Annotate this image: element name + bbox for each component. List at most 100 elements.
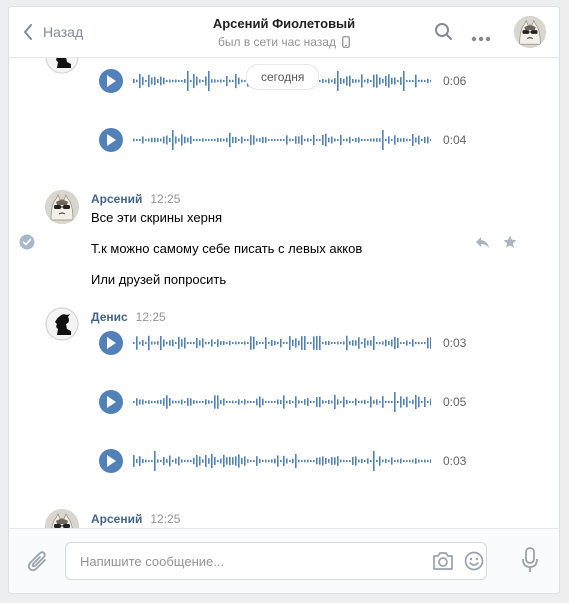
waveform-bar <box>169 137 171 143</box>
voice-waveform[interactable] <box>133 330 431 356</box>
more-button[interactable] <box>471 29 491 47</box>
waveform-bar <box>340 77 342 85</box>
message-sender: Арсений 12:25 <box>91 192 180 206</box>
waveform-bar <box>196 455 198 467</box>
message-feed[interactable]: сегодня 0:06 0:04 Арсений 12:25 Все эти с… <box>9 58 559 528</box>
play-button[interactable] <box>99 331 123 355</box>
waveform-bar <box>406 340 408 346</box>
message-text: Все эти скрины херня <box>91 210 223 225</box>
waveform-bar <box>157 79 159 83</box>
play-button[interactable] <box>99 390 123 414</box>
waveform-bar <box>424 396 426 408</box>
avatar[interactable] <box>45 307 79 341</box>
play-button[interactable] <box>99 128 123 152</box>
waveform-bar <box>349 459 351 463</box>
search-button[interactable] <box>434 22 454 47</box>
waveform-bar <box>175 400 177 404</box>
waveform-bar <box>154 400 156 404</box>
waveform-bar <box>373 400 375 404</box>
sender-name[interactable]: Арсений <box>91 512 142 526</box>
waveform-bar <box>301 135 303 145</box>
silhouette-avatar-icon <box>45 307 79 341</box>
play-button[interactable] <box>99 449 123 473</box>
waveform-bar <box>211 400 213 404</box>
waveform-bar <box>178 456 180 466</box>
attach-button[interactable] <box>27 549 49 578</box>
waveform-bar <box>418 396 420 408</box>
voice-waveform[interactable] <box>133 448 431 474</box>
avatar[interactable] <box>45 509 79 528</box>
message-time[interactable]: 12:25 <box>136 310 166 324</box>
waveform-bar <box>262 137 264 143</box>
avatar[interactable] <box>45 190 79 224</box>
back-button[interactable]: Назад <box>23 21 83 43</box>
voice-duration: 0:03 <box>443 454 467 468</box>
play-icon <box>107 455 116 467</box>
waveform-bar <box>235 73 237 89</box>
voice-waveform[interactable] <box>133 389 431 415</box>
waveform-bar <box>301 459 303 463</box>
message-input[interactable] <box>78 543 422 579</box>
waveform-bar <box>199 138 201 142</box>
waveform-bar <box>421 459 423 463</box>
waveform-bar <box>154 137 156 143</box>
waveform-bar <box>145 400 147 404</box>
reply-button[interactable] <box>475 236 491 255</box>
message-time[interactable]: 12:25 <box>150 512 180 526</box>
waveform-bar <box>430 337 431 349</box>
waveform-bar <box>382 78 384 84</box>
waveform-bar <box>388 74 390 88</box>
waveform-bar <box>172 79 174 83</box>
waveform-bar <box>382 459 384 463</box>
waveform-bar <box>397 338 399 348</box>
waveform-bar <box>406 79 408 83</box>
waveform-bar <box>220 458 222 464</box>
waveform-bar <box>310 341 312 345</box>
waveform-bar <box>295 396 297 408</box>
play-button[interactable] <box>99 69 123 93</box>
waveform-bar <box>157 341 159 345</box>
waveform-bar <box>328 459 330 463</box>
camera-button[interactable] <box>432 551 454 576</box>
chat-title[interactable]: Арсений Фиолетовый был в сети час назад <box>149 16 419 49</box>
voice-waveform[interactable] <box>133 127 431 153</box>
waveform-bar <box>430 398 431 406</box>
message-input-box[interactable] <box>65 542 487 580</box>
avatar[interactable] <box>45 58 79 74</box>
waveform-bar <box>154 451 156 471</box>
waveform-bar <box>193 457 195 465</box>
sender-name[interactable]: Арсений <box>91 192 142 206</box>
emoji-button[interactable] <box>464 551 484 576</box>
waveform-bar <box>328 340 330 346</box>
cat-avatar-icon <box>45 509 79 528</box>
waveform-bar <box>412 134 414 146</box>
waveform-bar <box>187 341 189 345</box>
sender-name[interactable]: Денис <box>91 310 128 324</box>
waveform-bar <box>214 341 216 345</box>
waveform-bar <box>181 399 183 405</box>
waveform-bar <box>424 136 426 144</box>
microphone-button[interactable] <box>521 547 539 578</box>
waveform-bar <box>199 456 201 466</box>
waveform-bar <box>289 138 291 142</box>
favorite-button[interactable] <box>503 235 517 254</box>
message-time[interactable]: 12:25 <box>150 192 180 206</box>
paperclip-icon <box>27 551 46 572</box>
waveform-bar <box>259 138 261 142</box>
waveform-bar <box>151 400 153 404</box>
waveform-bar <box>184 79 186 83</box>
waveform-bar <box>367 138 369 142</box>
waveform-bar <box>223 340 225 346</box>
waveform-bar <box>133 78 135 84</box>
selected-check[interactable] <box>19 234 35 255</box>
contact-avatar[interactable] <box>514 16 546 48</box>
waveform-bar <box>205 399 207 405</box>
waveform-bar <box>175 341 177 345</box>
waveform-bar <box>334 341 336 345</box>
waveform-bar <box>304 138 306 142</box>
waveform-bar <box>361 138 363 142</box>
waveform-bar <box>346 399 348 405</box>
waveform-bar <box>355 398 357 406</box>
waveform-bar <box>226 401 228 403</box>
waveform-bar <box>274 400 276 404</box>
